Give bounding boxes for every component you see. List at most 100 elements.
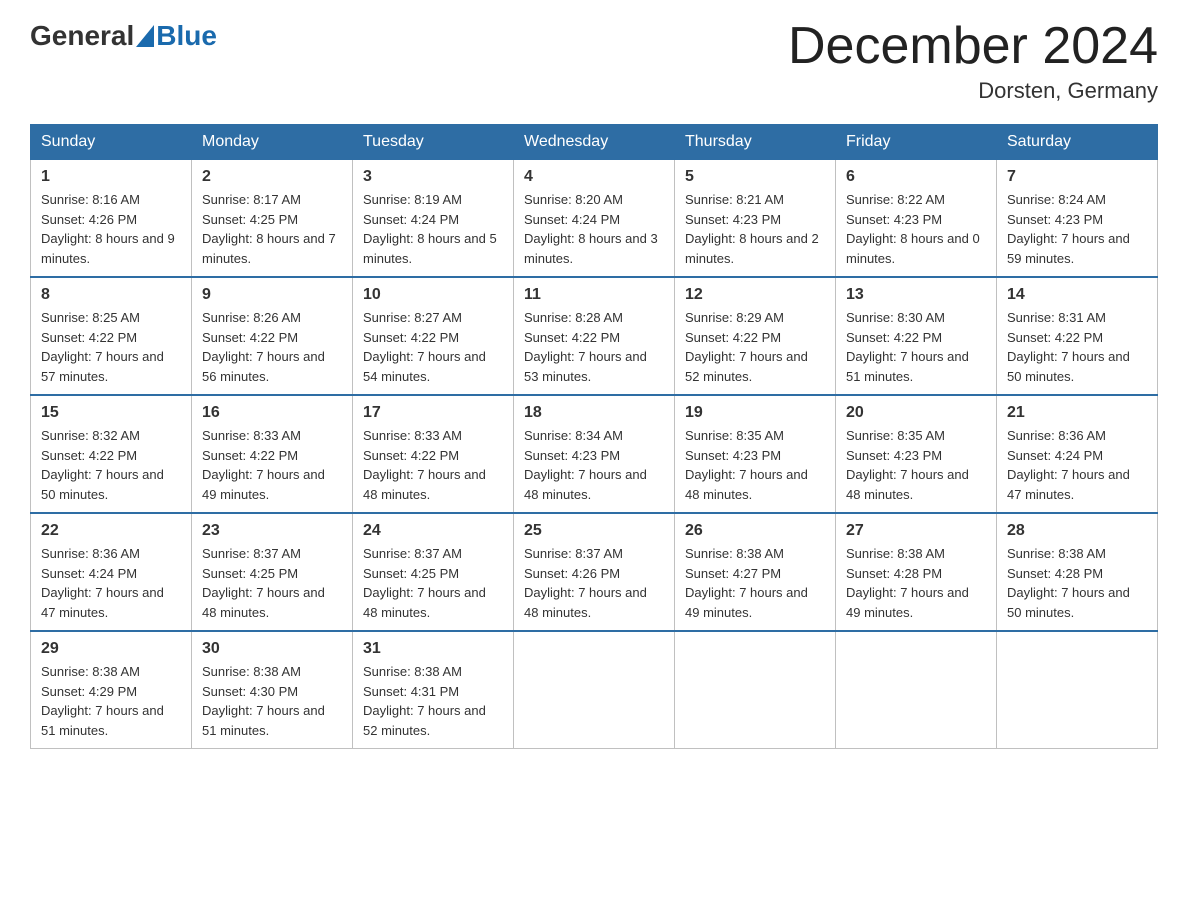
day-info: Sunrise: 8:29 AMSunset: 4:22 PMDaylight:… <box>685 308 825 386</box>
day-info: Sunrise: 8:24 AMSunset: 4:23 PMDaylight:… <box>1007 190 1147 268</box>
day-number: 20 <box>846 404 986 422</box>
page-header: General Blue December 2024 Dorsten, Germ… <box>30 20 1158 104</box>
logo: General Blue <box>30 20 217 52</box>
table-row: 27Sunrise: 8:38 AMSunset: 4:28 PMDayligh… <box>836 513 997 631</box>
day-info: Sunrise: 8:16 AMSunset: 4:26 PMDaylight:… <box>41 190 181 268</box>
day-info: Sunrise: 8:28 AMSunset: 4:22 PMDaylight:… <box>524 308 664 386</box>
day-info: Sunrise: 8:27 AMSunset: 4:22 PMDaylight:… <box>363 308 503 386</box>
day-info: Sunrise: 8:36 AMSunset: 4:24 PMDaylight:… <box>41 544 181 622</box>
day-info: Sunrise: 8:30 AMSunset: 4:22 PMDaylight:… <box>846 308 986 386</box>
day-info: Sunrise: 8:38 AMSunset: 4:28 PMDaylight:… <box>1007 544 1147 622</box>
day-number: 12 <box>685 286 825 304</box>
table-row <box>836 631 997 749</box>
table-row: 13 Sunrise: 8:30 AMSunset: 4:22 PMDayligh… <box>836 277 997 395</box>
day-number: 13 <box>846 286 986 304</box>
day-number: 28 <box>1007 522 1147 540</box>
day-info: Sunrise: 8:38 AMSunset: 4:30 PMDaylight:… <box>202 662 342 740</box>
col-friday: Friday <box>836 125 997 160</box>
day-number: 24 <box>363 522 503 540</box>
table-row <box>514 631 675 749</box>
day-number: 15 <box>41 404 181 422</box>
day-number: 18 <box>524 404 664 422</box>
table-row: 11 Sunrise: 8:28 AMSunset: 4:22 PMDayligh… <box>514 277 675 395</box>
table-row: 30 Sunrise: 8:38 AMSunset: 4:30 PMDayligh… <box>192 631 353 749</box>
table-row: 8 Sunrise: 8:25 AMSunset: 4:22 PMDaylight… <box>31 277 192 395</box>
table-row: 18 Sunrise: 8:34 AMSunset: 4:23 PMDayligh… <box>514 395 675 513</box>
calendar-week-row: 8 Sunrise: 8:25 AMSunset: 4:22 PMDaylight… <box>31 277 1158 395</box>
day-number: 5 <box>685 168 825 186</box>
day-info: Sunrise: 8:37 AMSunset: 4:25 PMDaylight:… <box>202 544 342 622</box>
logo-general-text: General <box>30 20 134 52</box>
day-number: 29 <box>41 640 181 658</box>
day-info: Sunrise: 8:35 AMSunset: 4:23 PMDaylight:… <box>846 426 986 504</box>
table-row: 10 Sunrise: 8:27 AMSunset: 4:22 PMDayligh… <box>353 277 514 395</box>
table-row: 22Sunrise: 8:36 AMSunset: 4:24 PMDayligh… <box>31 513 192 631</box>
calendar-header-row: Sunday Monday Tuesday Wednesday Thursday… <box>31 125 1158 160</box>
day-number: 1 <box>41 168 181 186</box>
day-info: Sunrise: 8:17 AMSunset: 4:25 PMDaylight:… <box>202 190 342 268</box>
calendar-week-row: 15Sunrise: 8:32 AMSunset: 4:22 PMDayligh… <box>31 395 1158 513</box>
day-number: 31 <box>363 640 503 658</box>
day-info: Sunrise: 8:35 AMSunset: 4:23 PMDaylight:… <box>685 426 825 504</box>
table-row: 28 Sunrise: 8:38 AMSunset: 4:28 PMDayligh… <box>997 513 1158 631</box>
table-row: 25 Sunrise: 8:37 AMSunset: 4:26 PMDayligh… <box>514 513 675 631</box>
day-info: Sunrise: 8:37 AMSunset: 4:26 PMDaylight:… <box>524 544 664 622</box>
table-row: 17 Sunrise: 8:33 AMSunset: 4:22 PMDayligh… <box>353 395 514 513</box>
col-thursday: Thursday <box>675 125 836 160</box>
col-sunday: Sunday <box>31 125 192 160</box>
day-number: 17 <box>363 404 503 422</box>
day-number: 25 <box>524 522 664 540</box>
table-row <box>997 631 1158 749</box>
day-info: Sunrise: 8:33 AMSunset: 4:22 PMDaylight:… <box>363 426 503 504</box>
table-row: 6Sunrise: 8:22 AMSunset: 4:23 PMDaylight… <box>836 160 997 278</box>
table-row: 20 Sunrise: 8:35 AMSunset: 4:23 PMDayligh… <box>836 395 997 513</box>
logo-blue-text: Blue <box>156 20 217 52</box>
location-title: Dorsten, Germany <box>788 78 1158 104</box>
day-info: Sunrise: 8:21 AMSunset: 4:23 PMDaylight:… <box>685 190 825 268</box>
day-info: Sunrise: 8:26 AMSunset: 4:22 PMDaylight:… <box>202 308 342 386</box>
calendar-week-row: 1 Sunrise: 8:16 AMSunset: 4:26 PMDaylight… <box>31 160 1158 278</box>
table-row: 23 Sunrise: 8:37 AMSunset: 4:25 PMDayligh… <box>192 513 353 631</box>
day-number: 23 <box>202 522 342 540</box>
day-info: Sunrise: 8:38 AMSunset: 4:31 PMDaylight:… <box>363 662 503 740</box>
table-row: 15Sunrise: 8:32 AMSunset: 4:22 PMDayligh… <box>31 395 192 513</box>
day-info: Sunrise: 8:22 AMSunset: 4:23 PMDaylight:… <box>846 190 986 268</box>
day-number: 10 <box>363 286 503 304</box>
table-row: 1 Sunrise: 8:16 AMSunset: 4:26 PMDaylight… <box>31 160 192 278</box>
day-number: 19 <box>685 404 825 422</box>
table-row: 29Sunrise: 8:38 AMSunset: 4:29 PMDayligh… <box>31 631 192 749</box>
day-info: Sunrise: 8:25 AMSunset: 4:22 PMDaylight:… <box>41 308 181 386</box>
calendar-week-row: 22Sunrise: 8:36 AMSunset: 4:24 PMDayligh… <box>31 513 1158 631</box>
table-row: 9Sunrise: 8:26 AMSunset: 4:22 PMDaylight… <box>192 277 353 395</box>
table-row: 14 Sunrise: 8:31 AMSunset: 4:22 PMDayligh… <box>997 277 1158 395</box>
table-row: 16Sunrise: 8:33 AMSunset: 4:22 PMDayligh… <box>192 395 353 513</box>
day-info: Sunrise: 8:33 AMSunset: 4:22 PMDaylight:… <box>202 426 342 504</box>
table-row: 2 Sunrise: 8:17 AMSunset: 4:25 PMDaylight… <box>192 160 353 278</box>
day-number: 2 <box>202 168 342 186</box>
table-row: 21Sunrise: 8:36 AMSunset: 4:24 PMDayligh… <box>997 395 1158 513</box>
day-number: 8 <box>41 286 181 304</box>
day-info: Sunrise: 8:31 AMSunset: 4:22 PMDaylight:… <box>1007 308 1147 386</box>
day-number: 4 <box>524 168 664 186</box>
table-row: 26Sunrise: 8:38 AMSunset: 4:27 PMDayligh… <box>675 513 836 631</box>
table-row: 19 Sunrise: 8:35 AMSunset: 4:23 PMDayligh… <box>675 395 836 513</box>
table-row <box>675 631 836 749</box>
day-info: Sunrise: 8:34 AMSunset: 4:23 PMDaylight:… <box>524 426 664 504</box>
day-number: 7 <box>1007 168 1147 186</box>
day-number: 14 <box>1007 286 1147 304</box>
table-row: 5 Sunrise: 8:21 AMSunset: 4:23 PMDaylight… <box>675 160 836 278</box>
day-number: 21 <box>1007 404 1147 422</box>
day-number: 11 <box>524 286 664 304</box>
col-tuesday: Tuesday <box>353 125 514 160</box>
day-number: 26 <box>685 522 825 540</box>
col-saturday: Saturday <box>997 125 1158 160</box>
table-row: 7 Sunrise: 8:24 AMSunset: 4:23 PMDaylight… <box>997 160 1158 278</box>
calendar-week-row: 29Sunrise: 8:38 AMSunset: 4:29 PMDayligh… <box>31 631 1158 749</box>
day-info: Sunrise: 8:20 AMSunset: 4:24 PMDaylight:… <box>524 190 664 268</box>
month-title: December 2024 <box>788 20 1158 72</box>
day-number: 30 <box>202 640 342 658</box>
table-row: 24 Sunrise: 8:37 AMSunset: 4:25 PMDayligh… <box>353 513 514 631</box>
day-info: Sunrise: 8:37 AMSunset: 4:25 PMDaylight:… <box>363 544 503 622</box>
col-monday: Monday <box>192 125 353 160</box>
day-info: Sunrise: 8:38 AMSunset: 4:28 PMDaylight:… <box>846 544 986 622</box>
